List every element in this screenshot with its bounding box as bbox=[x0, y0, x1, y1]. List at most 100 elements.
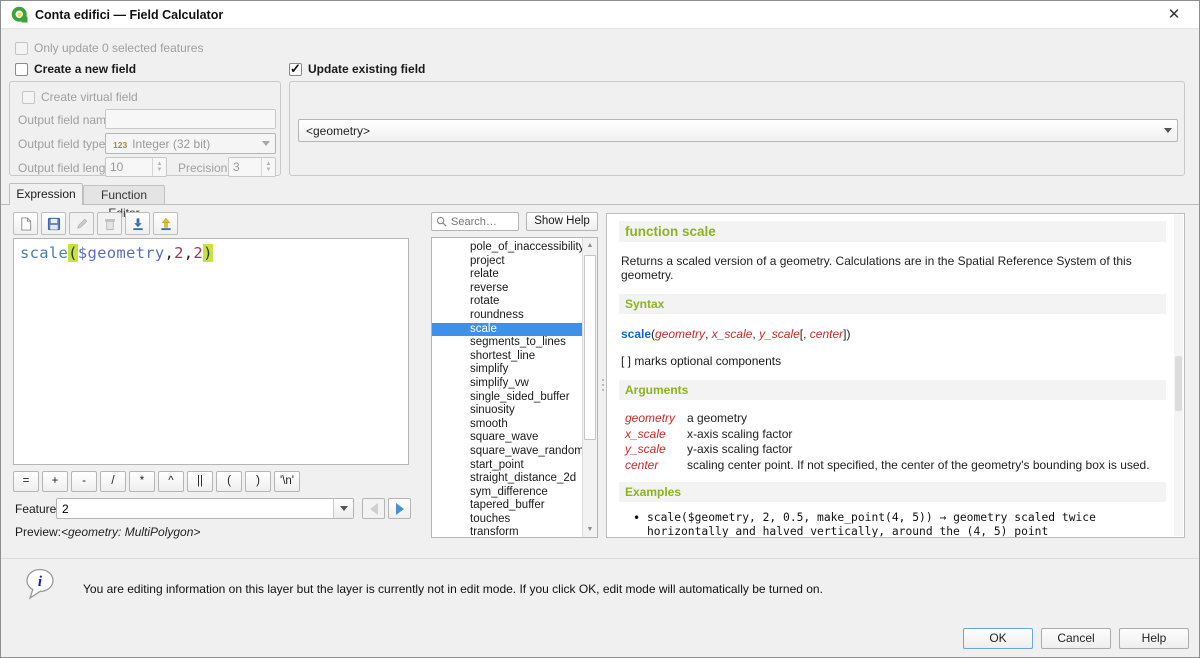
spinner-arrows-icon: ▲▼ bbox=[152, 158, 166, 176]
feature-input[interactable] bbox=[57, 499, 333, 518]
close-icon[interactable]: ✕ bbox=[1163, 5, 1185, 25]
scrollbar-thumb[interactable] bbox=[584, 255, 596, 440]
function-list-item[interactable]: scale bbox=[432, 323, 582, 337]
create-virtual-field-label: Create virtual field bbox=[41, 90, 138, 104]
operator-button[interactable]: / bbox=[100, 471, 126, 492]
function-list-item[interactable]: reverse bbox=[432, 282, 582, 296]
expression-token: $geometry bbox=[78, 244, 165, 262]
argument-row: centerscaling center point. If not speci… bbox=[625, 458, 1172, 474]
create-new-field-checkbox[interactable]: Create a new field bbox=[15, 62, 136, 76]
panel-splitter-handle[interactable] bbox=[601, 379, 605, 391]
argument-name: geometry bbox=[625, 411, 687, 427]
search-input[interactable] bbox=[451, 216, 509, 228]
help-description: Returns a scaled version of a geometry. … bbox=[621, 254, 1172, 282]
syntax-header: Syntax bbox=[619, 294, 1166, 314]
function-list-item[interactable]: tapered_buffer bbox=[432, 499, 582, 513]
help-button[interactable]: Help bbox=[1119, 628, 1189, 649]
scrollbar-thumb[interactable] bbox=[1175, 356, 1182, 411]
pencil-icon bbox=[75, 217, 89, 231]
only-update-checkbox: Only update 0 selected features bbox=[15, 41, 203, 55]
length-value: 10 bbox=[106, 158, 152, 176]
ok-button[interactable]: OK bbox=[963, 628, 1033, 649]
function-list-item[interactable]: rotate bbox=[432, 295, 582, 309]
argument-description: a geometry bbox=[687, 411, 747, 427]
operator-button[interactable]: - bbox=[71, 471, 97, 492]
previous-feature-button bbox=[362, 498, 385, 519]
chevron-down-icon[interactable] bbox=[333, 499, 353, 518]
function-list-item[interactable]: single_sided_buffer bbox=[432, 391, 582, 405]
operator-button[interactable]: * bbox=[129, 471, 155, 492]
checkbox-box[interactable]: ✓ bbox=[289, 63, 302, 76]
function-list-item[interactable]: pole_of_inaccessibility bbox=[432, 241, 582, 255]
operator-button[interactable]: ^ bbox=[158, 471, 184, 492]
function-list-item[interactable]: smooth bbox=[432, 418, 582, 432]
function-list-item[interactable]: transform bbox=[432, 526, 582, 538]
function-list-item[interactable]: project bbox=[432, 255, 582, 269]
function-search[interactable] bbox=[431, 212, 519, 231]
qgis-logo-icon bbox=[11, 6, 29, 24]
argument-description: x-axis scaling factor bbox=[687, 427, 792, 443]
next-feature-button[interactable] bbox=[388, 498, 411, 519]
argument-description: scaling center point. If not specified, … bbox=[687, 458, 1150, 474]
bottom-separator bbox=[1, 558, 1199, 559]
tab-expression[interactable]: Expression bbox=[9, 183, 83, 205]
feature-label: Feature bbox=[15, 502, 56, 516]
operator-button[interactable]: + bbox=[42, 471, 68, 492]
expression-token: scale bbox=[20, 244, 68, 262]
help-scrollbar[interactable] bbox=[1174, 215, 1183, 536]
delete-expression-button bbox=[97, 212, 122, 235]
function-list-item[interactable]: simplify bbox=[432, 363, 582, 377]
cancel-button[interactable]: Cancel bbox=[1041, 628, 1111, 649]
create-new-field-label: Create a new field bbox=[34, 62, 136, 76]
existing-field-combo[interactable]: <geometry> bbox=[298, 119, 1178, 142]
function-list-item[interactable]: segments_to_lines bbox=[432, 336, 582, 350]
expression-editor[interactable]: scale($geometry,2,2) bbox=[13, 238, 409, 465]
chevron-down-icon[interactable] bbox=[1159, 128, 1177, 133]
output-field-type-label: Output field type bbox=[18, 137, 105, 151]
checkbox-box bbox=[15, 42, 28, 55]
scroll-up-icon[interactable]: ▲ bbox=[583, 238, 597, 253]
update-existing-field-checkbox[interactable]: ✓ Update existing field bbox=[289, 62, 425, 76]
function-list-item[interactable]: relate bbox=[432, 268, 582, 282]
new-expression-button[interactable] bbox=[13, 212, 38, 235]
operator-button[interactable]: ) bbox=[245, 471, 271, 492]
function-list-item[interactable]: shortest_line bbox=[432, 350, 582, 364]
function-list-item[interactable]: roundness bbox=[432, 309, 582, 323]
only-update-label: Only update 0 selected features bbox=[34, 41, 203, 55]
function-list-item[interactable]: square_wave bbox=[432, 431, 582, 445]
operator-buttons: =+-/*^||()'\n' bbox=[13, 471, 300, 492]
operator-button[interactable]: '\n' bbox=[274, 471, 300, 492]
expression-token: , bbox=[165, 244, 175, 262]
import-expression-button[interactable] bbox=[125, 212, 150, 235]
scroll-down-icon[interactable]: ▼ bbox=[583, 522, 597, 537]
titlebar: Conta edifici — Field Calculator ✕ bbox=[1, 1, 1199, 29]
syntax-line: scale(geometry, x_scale, y_scale[, cente… bbox=[621, 327, 1172, 341]
function-list-item[interactable]: sinuosity bbox=[432, 404, 582, 418]
checkbox-box[interactable] bbox=[15, 63, 28, 76]
operator-button[interactable]: = bbox=[13, 471, 39, 492]
show-help-button[interactable]: Show Help bbox=[526, 212, 598, 231]
function-list-item[interactable]: sym_difference bbox=[432, 486, 582, 500]
tab-function-editor[interactable]: Function Editor bbox=[83, 185, 165, 204]
field-calculator-dialog: Conta edifici — Field Calculator ✕ Only … bbox=[0, 0, 1200, 658]
function-list-item[interactable]: start_point bbox=[432, 459, 582, 473]
preview-value: <geometry: MultiPolygon> bbox=[61, 525, 200, 539]
output-field-name-input bbox=[105, 109, 276, 129]
precision-label: Precision bbox=[178, 161, 227, 175]
expression-token: ) bbox=[203, 244, 213, 262]
checkmark-icon: ✓ bbox=[290, 61, 301, 77]
feature-combo[interactable] bbox=[56, 498, 354, 519]
export-expression-button[interactable] bbox=[153, 212, 178, 235]
precision-value: 3 bbox=[229, 158, 261, 176]
function-list-item[interactable]: square_wave_random... bbox=[432, 445, 582, 459]
optional-note: [ ] marks optional components bbox=[621, 354, 1172, 368]
operator-button[interactable]: || bbox=[187, 471, 213, 492]
argument-name: y_scale bbox=[625, 442, 687, 458]
function-list-scrollbar[interactable]: ▲ ▼ bbox=[582, 238, 597, 537]
function-list-item[interactable]: touches bbox=[432, 513, 582, 527]
checkbox-box bbox=[22, 91, 35, 104]
function-list-item[interactable]: straight_distance_2d bbox=[432, 472, 582, 486]
operator-button[interactable]: ( bbox=[216, 471, 242, 492]
save-expression-button[interactable] bbox=[41, 212, 66, 235]
function-list-item[interactable]: simplify_vw bbox=[432, 377, 582, 391]
